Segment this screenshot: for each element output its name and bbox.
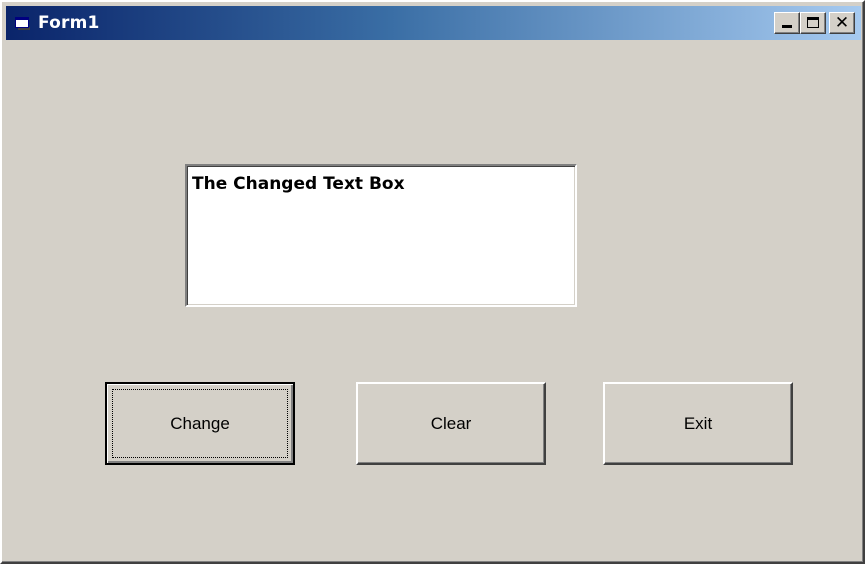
- text-box[interactable]: The Changed Text Box: [185, 164, 577, 307]
- minimize-icon: [782, 25, 792, 28]
- maximize-button[interactable]: [800, 12, 826, 34]
- window-controls: ✕: [774, 12, 855, 34]
- exit-button[interactable]: Exit: [603, 382, 793, 465]
- clear-button[interactable]: Clear: [356, 382, 546, 465]
- exit-button-label: Exit: [683, 413, 713, 433]
- focus-rectangle: [112, 389, 288, 458]
- minimize-button[interactable]: [774, 12, 800, 34]
- change-button[interactable]: Change: [105, 382, 295, 465]
- clear-button-label: Clear: [430, 413, 472, 433]
- app-window: Form1 ✕ The Changed Text Box Change Clea…: [0, 0, 865, 564]
- title-bar[interactable]: Form1 ✕: [6, 6, 861, 40]
- close-button[interactable]: ✕: [829, 12, 855, 34]
- form-window-icon[interactable]: [14, 15, 32, 31]
- window-title: Form1: [38, 13, 100, 33]
- maximize-icon: [807, 17, 819, 28]
- form-client-area: The Changed Text Box Change Clear Exit: [6, 42, 861, 560]
- close-icon: ✕: [834, 12, 850, 33]
